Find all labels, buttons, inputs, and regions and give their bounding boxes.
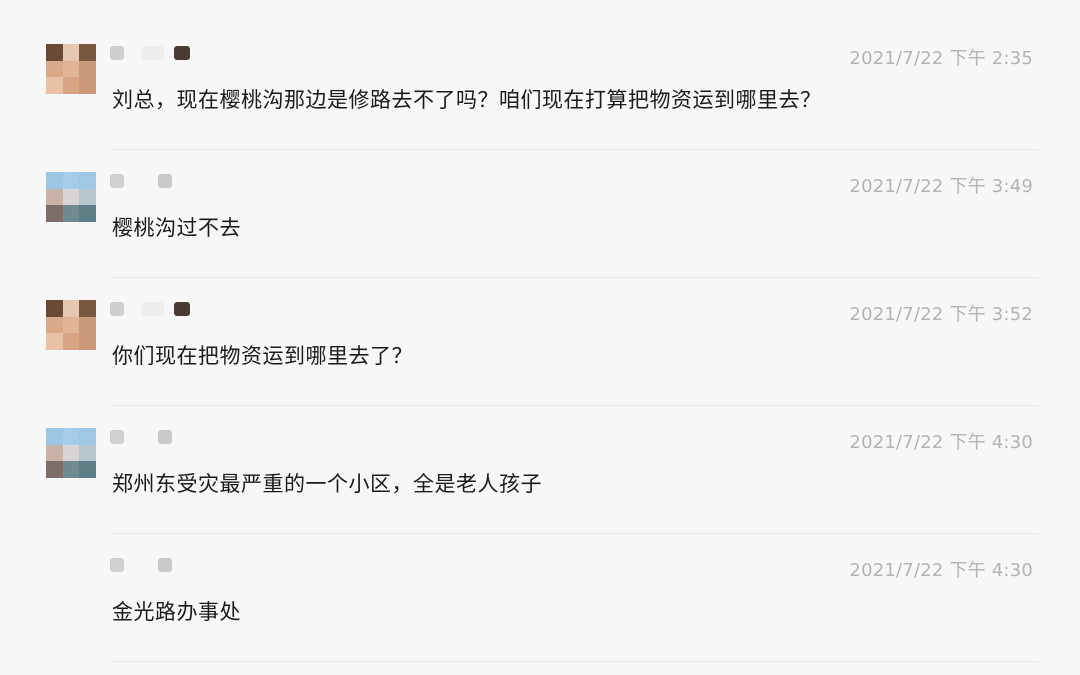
message-text: 樱桃沟过不去 [112,216,241,240]
avatar-pixelated[interactable] [46,172,96,222]
sender-name-blurred [110,174,200,188]
chat-message[interactable]: 2021/7/22 下午 3:52 你们现在把物资运到哪里去了？ [0,298,1080,398]
message-text: 你们现在把物资运到哪里去了？ [112,344,413,368]
chat-message[interactable]: 2021/7/22 下午 4:30 郑州东受灾最严重的一个小区，全是老人孩子 [0,426,1080,526]
chat-message[interactable]: 2021/7/22 下午 4:30 金光路办事处 [0,554,1080,654]
message-text: 刘总，现在樱桃沟那边是修路去不了吗？咱们现在打算把物资运到哪里去？ [112,88,822,112]
sender-name-blurred [110,430,200,444]
chat-history: 2021/7/22 下午 2:35 刘总，现在樱桃沟那边是修路去不了吗？咱们现在… [0,0,1080,675]
avatar-pixelated[interactable] [46,44,96,94]
message-text: 金光路办事处 [112,600,241,624]
message-divider [112,405,1038,406]
chat-message[interactable]: 2021/7/22 下午 3:49 樱桃沟过不去 [0,170,1080,270]
message-timestamp: 2021/7/22 下午 2:35 [849,48,1033,69]
sender-name-blurred [110,558,200,572]
avatar-pixelated[interactable] [46,300,96,350]
message-divider [112,149,1038,150]
message-divider [112,661,1038,662]
sender-name-blurred [110,46,200,60]
message-timestamp: 2021/7/22 下午 3:52 [849,304,1033,325]
avatar-pixelated[interactable] [46,428,96,478]
message-timestamp: 2021/7/22 下午 4:30 [849,560,1033,581]
message-divider [112,533,1038,534]
chat-message[interactable]: 2021/7/22 下午 2:35 刘总，现在樱桃沟那边是修路去不了吗？咱们现在… [0,42,1080,142]
message-divider [112,277,1038,278]
message-timestamp: 2021/7/22 下午 3:49 [849,176,1033,197]
sender-name-blurred [110,302,200,316]
message-text: 郑州东受灾最严重的一个小区，全是老人孩子 [112,472,542,496]
message-timestamp: 2021/7/22 下午 4:30 [849,432,1033,453]
